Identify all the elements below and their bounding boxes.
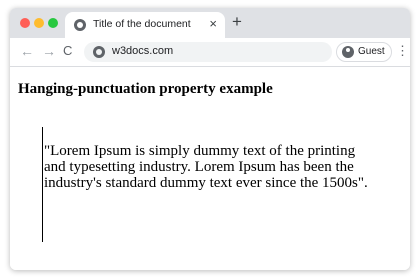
browser-toolbar: ← → C w3docs.com Guest ⋮ [10,38,410,67]
globe-icon [74,19,86,31]
browser-window: Title of the document × + ← → C w3docs.c… [10,8,410,270]
tab-close-icon[interactable]: × [209,16,217,32]
reload-icon[interactable]: C [63,43,72,59]
page-heading: Hanging-punctuation property example [18,81,273,97]
address-bar[interactable]: w3docs.com [84,42,332,62]
example-paragraph: "Lorem Ipsum is simply dummy text of the… [44,143,368,191]
paragraph-left-border [42,127,43,242]
tab-bar: Title of the document × + [10,8,410,38]
maximize-window-button[interactable] [48,18,58,28]
profile-label: Guest [358,46,385,57]
avatar-icon [342,46,354,58]
page-content: Hanging-punctuation property example "Lo… [10,67,410,270]
tab-active[interactable]: Title of the document × [65,12,225,38]
menu-dots-icon[interactable]: ⋮ [396,43,409,59]
close-window-button[interactable] [20,18,30,28]
back-arrow-icon[interactable]: ← [20,43,34,59]
profile-button[interactable]: Guest [336,42,392,62]
forward-arrow-icon[interactable]: → [42,43,56,59]
minimize-window-button[interactable] [34,18,44,28]
site-info-icon[interactable] [93,46,105,58]
address-url: w3docs.com [112,45,174,57]
new-tab-button[interactable]: + [232,13,242,31]
tab-title: Title of the document [93,18,191,30]
